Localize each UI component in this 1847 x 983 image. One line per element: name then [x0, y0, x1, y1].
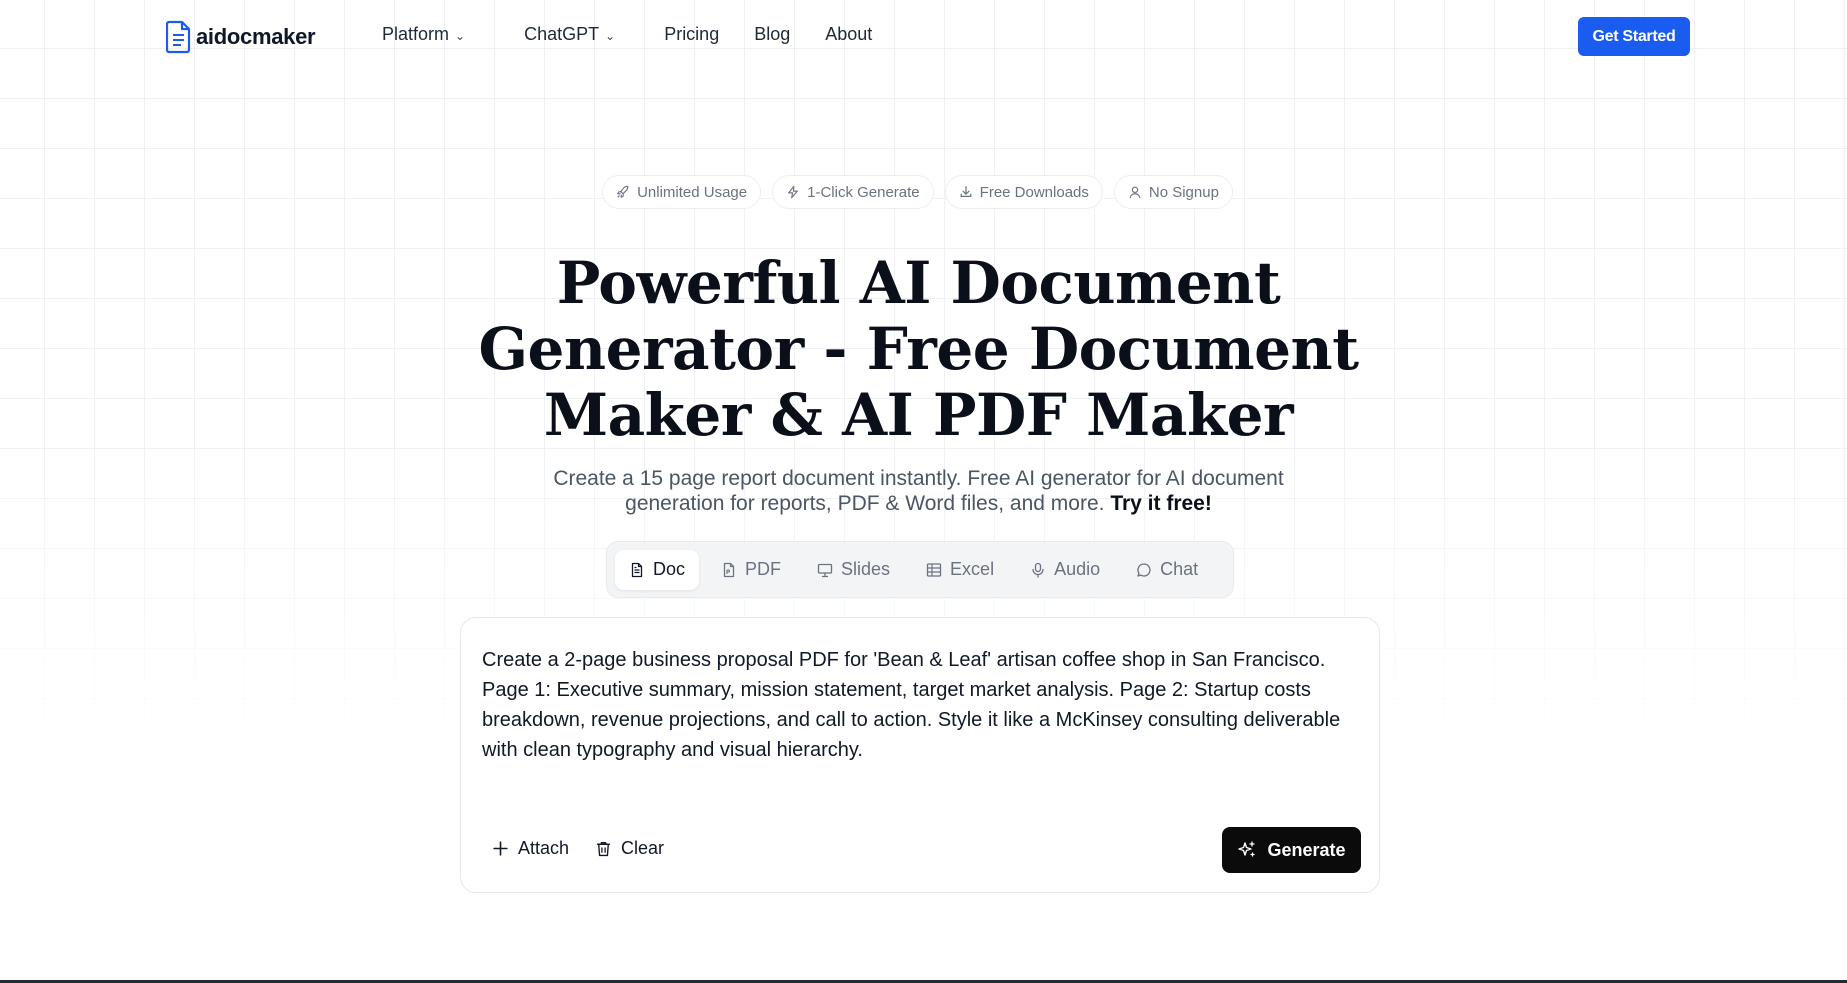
feature-badges: Unlimited Usage 1-Click Generate Free Do… [0, 175, 1841, 209]
nav-platform[interactable]: Platform ⌄ [382, 24, 465, 45]
tab-audio[interactable]: Audio [1016, 550, 1114, 590]
hero-subtitle: Create a 15 page report document instant… [0, 466, 1847, 516]
attach-button[interactable]: Attach [492, 838, 569, 859]
trash-icon [597, 841, 610, 857]
table-icon [926, 562, 942, 577]
microphone-icon [1032, 562, 1044, 578]
tab-doc[interactable]: Doc [615, 549, 700, 590]
badge-one-click-generate: 1-Click Generate [772, 175, 934, 209]
hero-subtitle-emphasis: Try it free! [1110, 492, 1212, 515]
tab-excel[interactable]: Excel [912, 550, 1008, 590]
lightning-icon [788, 185, 799, 199]
nav-chatgpt-label: ChatGPT [524, 24, 600, 44]
badge-free-downloads: Free Downloads [944, 175, 1103, 209]
tab-label: Excel [950, 559, 995, 579]
clear-button[interactable]: Clear [595, 838, 664, 859]
tab-label: PDF [745, 559, 782, 579]
generate-button[interactable]: Generate [1222, 827, 1361, 873]
tab-label: Doc [653, 559, 686, 579]
prompt-input[interactable]: Create a 2-page business proposal PDF fo… [482, 645, 1362, 765]
page-title-text: Powerful AI Document Generator - Free Do… [478, 249, 1359, 449]
badge-label: Free Downloads [979, 183, 1089, 201]
nav-links: Platform ⌄ ChatGPT ⌄ Pricing Blog About [382, 24, 907, 45]
top-navigation: aidocmaker Platform ⌄ ChatGPT ⌄ Pricing … [0, 0, 1847, 74]
chat-bubble-icon [1137, 562, 1151, 577]
chevron-down-icon: ⌄ [605, 28, 616, 43]
editor-actions: Attach Clear [492, 838, 664, 859]
chevron-down-icon: ⌄ [455, 28, 466, 43]
clear-label: Clear [621, 838, 665, 858]
tab-slides[interactable]: Slides [803, 550, 904, 590]
nav-platform-label: Platform [382, 24, 450, 44]
nav-pricing[interactable]: Pricing [664, 24, 719, 45]
nav-about-label: About [825, 24, 873, 44]
tab-chat[interactable]: Chat [1122, 550, 1212, 590]
tab-label: Audio [1054, 559, 1101, 579]
nav-about[interactable]: About [825, 24, 872, 45]
badge-label: No Signup [1148, 183, 1219, 201]
tab-label: Chat [1160, 559, 1199, 579]
badge-no-signup: No Signup [1113, 175, 1233, 209]
tab-pdf[interactable]: PDF [707, 550, 795, 590]
plus-icon [493, 841, 508, 856]
attach-label: Attach [518, 838, 570, 858]
output-type-tabs: Doc PDF Slides Excel Audio Chat [606, 541, 1234, 598]
page-title: Powerful AI Document Generator - Free Do… [0, 250, 1847, 448]
sparkles-icon [1238, 841, 1256, 857]
badge-unlimited-usage: Unlimited Usage [602, 175, 762, 209]
nav-blog[interactable]: Blog [754, 24, 790, 45]
rocket-icon [617, 185, 629, 198]
prompt-editor: Create a 2-page business proposal PDF fo… [460, 617, 1380, 893]
brand-logo[interactable]: aidocmaker [166, 20, 316, 54]
document-icon [631, 562, 643, 577]
pdf-file-icon [723, 562, 735, 577]
document-logo-icon [166, 20, 191, 54]
nav-blog-label: Blog [754, 24, 791, 44]
brand-name: aidocmaker [196, 24, 316, 49]
nav-chatgpt[interactable]: ChatGPT ⌄ [524, 24, 615, 45]
nav-pricing-label: Pricing [664, 24, 720, 44]
user-icon [1129, 186, 1141, 199]
get-started-button[interactable]: Get Started [1578, 17, 1690, 56]
badge-label: 1-Click Generate [807, 183, 920, 201]
generate-label: Generate [1267, 839, 1346, 860]
badge-label: Unlimited Usage [637, 183, 748, 201]
tab-label: Slides [841, 559, 891, 579]
presentation-icon [817, 563, 833, 577]
download-icon [960, 186, 972, 197]
